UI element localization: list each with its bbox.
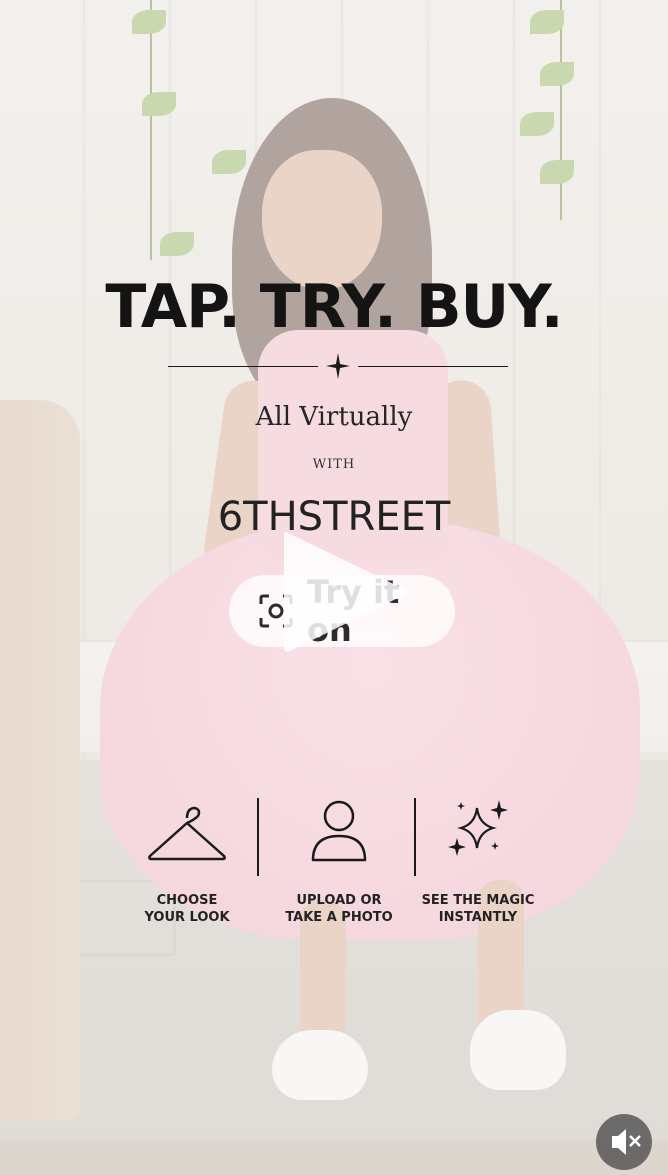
person-icon [311,800,367,862]
step-caption: SEE THE MAGIC INSTANTLY [421,893,535,925]
how-it-works-steps: CHOOSE YOUR LOOK UPLOAD OR TAKE A PHOTO … [140,798,534,928]
divider-line [168,366,318,367]
step-choose-look: CHOOSE YOUR LOOK [127,798,247,926]
step-caption: CHOOSE YOUR LOOK [144,893,230,925]
with-label: WITH [312,457,356,472]
subheadline: All Virtually [255,402,413,432]
step-separator [257,798,259,876]
step-separator [414,798,416,876]
step-upload-photo: UPLOAD OR TAKE A PHOTO [279,798,399,926]
step-see-magic: SEE THE MAGIC INSTANTLY [418,798,538,926]
four-point-star-icon [326,353,350,379]
step-caption: UPLOAD OR TAKE A PHOTO [285,893,393,925]
divider-line [358,366,508,367]
muted-speaker-icon [612,1129,641,1155]
play-icon[interactable] [278,523,414,659]
mute-button[interactable] [596,1114,652,1170]
sparkles-icon [448,800,508,856]
hanger-icon [148,806,226,861]
headline: TAP. TRY. BUY. [105,272,563,342]
